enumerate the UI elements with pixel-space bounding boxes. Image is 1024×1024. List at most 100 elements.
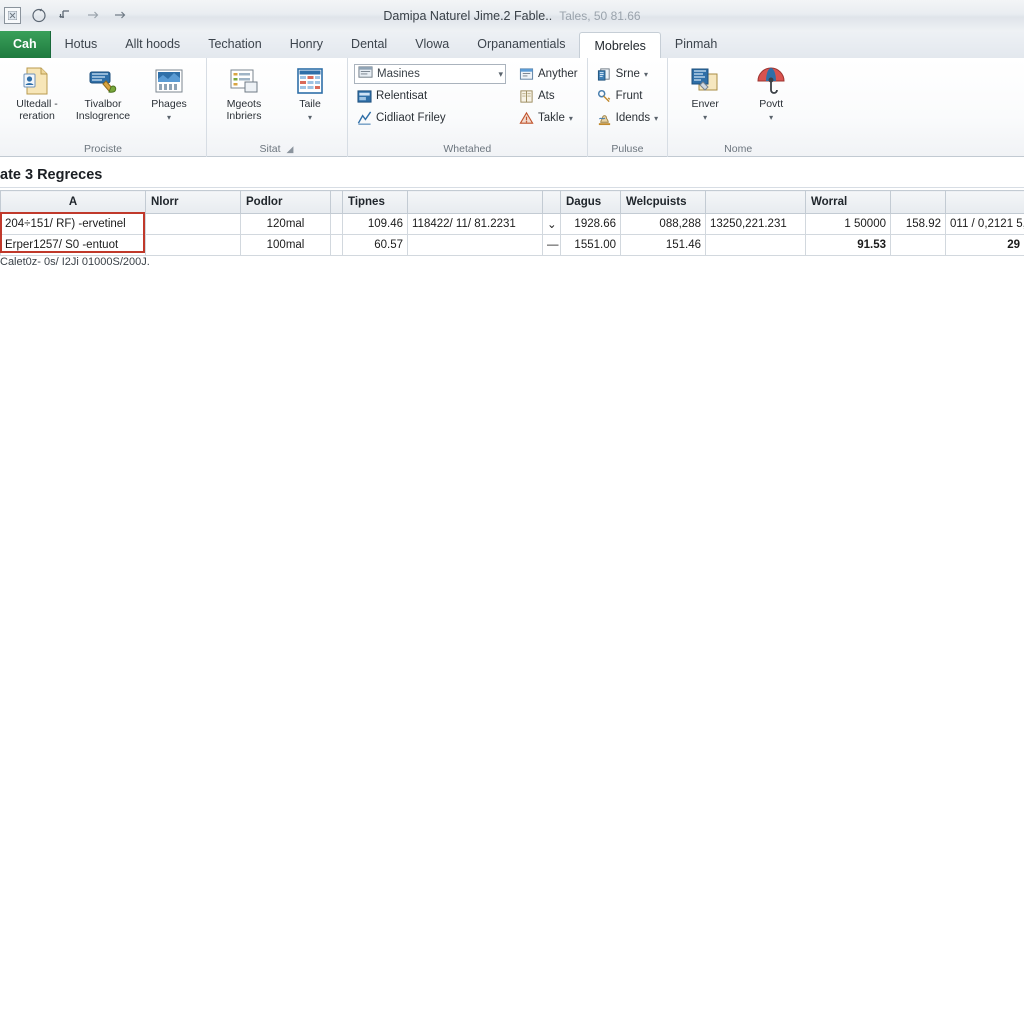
ribbon-group-puluse-body: Srne ▾ Frunt Idends ▾ [594, 61, 662, 142]
ultedall-reration-button[interactable]: Ultedall - reration [6, 63, 68, 124]
tab-mobreles[interactable]: Mobreles [579, 32, 661, 59]
stamp-icon [597, 111, 612, 126]
ribbon-group-puluse: Srne ▾ Frunt Idends ▾ Puluse [586, 58, 668, 157]
ribbon-group-prociste: Ultedall - reration Tivalbor Inslogrence P… [0, 58, 206, 157]
taile-button[interactable]: Taile ▾ [279, 63, 341, 124]
srne-button[interactable]: Srne ▾ [594, 64, 662, 84]
col-extra1-header[interactable] [890, 190, 946, 214]
tab-hotus[interactable]: Hotus [51, 31, 112, 58]
chevron-down-icon[interactable]: ▾ [498, 69, 503, 80]
table-row-2[interactable]: Erper1257/ S0 -entuot 100mal 60.57 —1551.00… [0, 234, 1024, 256]
takle-button[interactable]: Takle ▾ [516, 108, 581, 128]
idends-button[interactable]: Idends ▾ [594, 108, 662, 128]
window-icon [519, 67, 534, 82]
cell-col-extra1[interactable] [890, 234, 946, 256]
windows-stack-icon [689, 65, 721, 97]
col-tipnes-header[interactable]: Tipnes [342, 190, 408, 214]
ribbon-group-prociste-body: Ultedall - reration Tivalbor Inslogrence P… [6, 61, 200, 142]
tab-honry[interactable]: Honry [276, 31, 337, 58]
redo-icon[interactable] [84, 6, 102, 24]
enver-button[interactable]: Enver ▾ [674, 63, 736, 124]
col-detail-header[interactable] [407, 190, 543, 214]
key-icon [597, 89, 612, 104]
cell-col-extra2[interactable]: 29 [945, 234, 1024, 256]
cell-col-a[interactable]: 204÷151/ RF) -ervetinel [0, 213, 146, 235]
frunt-button[interactable]: Frunt [594, 86, 662, 106]
chevron-down-icon[interactable]: ▾ [654, 114, 658, 123]
col-podlor-header[interactable]: Podlor [240, 190, 331, 214]
cell-col-welcpuists[interactable]: 088,288 [620, 213, 706, 235]
dialog-launcher-icon[interactable]: ◢ [286, 145, 295, 154]
chevron-down-icon[interactable]: ▾ [644, 70, 648, 79]
masines-combo[interactable]: Masines ▾ [354, 64, 506, 84]
cell-col-extra1[interactable]: 158.92 [890, 213, 946, 235]
col-dagus-header[interactable]: Dagus [560, 190, 621, 214]
ats-button[interactable]: Ats [516, 86, 581, 106]
cell-col-detail[interactable]: 118422/ 11/ 81.2231 [407, 213, 543, 235]
cell-col-dagus[interactable]: 1551.00 [560, 234, 621, 256]
cell-col-dagus[interactable]: 1928.66 [560, 213, 621, 235]
page-title: ate 3 Regreces [0, 167, 103, 183]
cell-col-podlor[interactable]: 100mal [240, 234, 331, 256]
tivalbor-inslogrence-button[interactable]: Tivalbor Inslogrence [72, 63, 134, 124]
cell-col-worral[interactable]: 1 50000 [805, 213, 891, 235]
cidliaot-friley-button[interactable]: Cidliaot Friley [354, 108, 506, 128]
application-window: Damipa Naturel Jime.2 Fable.. Tales, 50 … [0, 0, 1024, 1024]
povtt-button[interactable]: Povtt ▾ [740, 63, 802, 124]
cell-col-extra2[interactable]: 011 / 0,2121 5,5 [945, 213, 1024, 235]
chevron-down-icon[interactable]: ▾ [308, 113, 312, 122]
app-logo-icon[interactable] [4, 6, 21, 24]
table-row-1[interactable]: 204÷151/ RF) -ervetinel 120mal 109.46 11842… [0, 213, 1024, 235]
cell-col-tipnes[interactable]: 109.46 [342, 213, 408, 235]
chevron-down-icon[interactable]: ▾ [769, 113, 773, 122]
col-amount-header[interactable] [705, 190, 806, 214]
relentisat-button[interactable]: Relentisat [354, 86, 506, 106]
cell-col-worral[interactable]: 91.53 [805, 234, 891, 256]
cell-col-nlorr[interactable] [145, 234, 241, 256]
tab-dental[interactable]: Dental [337, 31, 401, 58]
tab-techation[interactable]: Techation [194, 31, 276, 58]
anyther-button[interactable]: Anyther [516, 64, 581, 84]
cell-col-amount[interactable] [705, 234, 806, 256]
col-welcpuists-header[interactable]: Welcpuists [620, 190, 706, 214]
tab-vlowa[interactable]: Vlowa [401, 31, 463, 58]
tab-allt-hoods[interactable]: Allt hoods [111, 31, 194, 58]
col-marker-header[interactable] [542, 190, 561, 214]
book-icon [519, 89, 534, 104]
chevron-down-icon[interactable]: ▾ [703, 113, 707, 122]
tab-pinmah[interactable]: Pinmah [661, 31, 731, 58]
cell-col-spacer[interactable] [330, 213, 343, 235]
chevron-down-icon[interactable]: ▾ [569, 114, 573, 123]
col-a-header[interactable]: A [0, 190, 146, 214]
cell-col-nlorr[interactable] [145, 213, 241, 235]
chevron-down-icon[interactable]: ▾ [167, 113, 171, 122]
ribbon-group-puluse-label-text: Puluse [611, 143, 644, 155]
cell-col-marker[interactable]: — [542, 234, 561, 256]
undo-icon[interactable] [57, 6, 75, 24]
cell-col-marker[interactable]: ⌄ [542, 213, 561, 235]
form-fields-icon [228, 65, 260, 97]
cell-col-detail[interactable] [407, 234, 543, 256]
tab-file[interactable]: Cah [0, 31, 51, 58]
cell-col-amount[interactable]: 13250,221.231 [705, 213, 806, 235]
window-title-text: Damipa Naturel Jime.2 Fable.. [383, 8, 553, 23]
col-worral-header[interactable]: Worral [805, 190, 891, 214]
ribbon-group-sitat-body: Mgeots Inbriers Taile ▾ [213, 61, 341, 142]
anyther-button-label: Anyther [538, 68, 578, 80]
title-divider [0, 187, 1024, 188]
tab-orpanamentials[interactable]: Orpanamentials [463, 31, 579, 58]
cell-col-podlor[interactable]: 120mal [240, 213, 331, 235]
col-spacer-header[interactable] [330, 190, 343, 214]
frunt-button-label: Frunt [615, 90, 643, 102]
save-icon[interactable] [30, 6, 48, 24]
mgeots-inbriers-button[interactable]: Mgeots Inbriers [213, 63, 275, 124]
repeat-icon[interactable] [111, 6, 129, 24]
phages-button[interactable]: Phages ▾ [138, 63, 200, 124]
cell-col-welcpuists[interactable]: 151.46 [620, 234, 706, 256]
col-nlorr-header[interactable]: Nlorr [145, 190, 241, 214]
cell-col-a[interactable]: Erper1257/ S0 -entuot [0, 234, 146, 256]
cell-col-tipnes[interactable]: 60.57 [342, 234, 408, 256]
col-extra2-header[interactable] [945, 190, 1024, 214]
cell-col-spacer[interactable] [330, 234, 343, 256]
ribbon-group-nome-label: Nome [674, 142, 802, 157]
